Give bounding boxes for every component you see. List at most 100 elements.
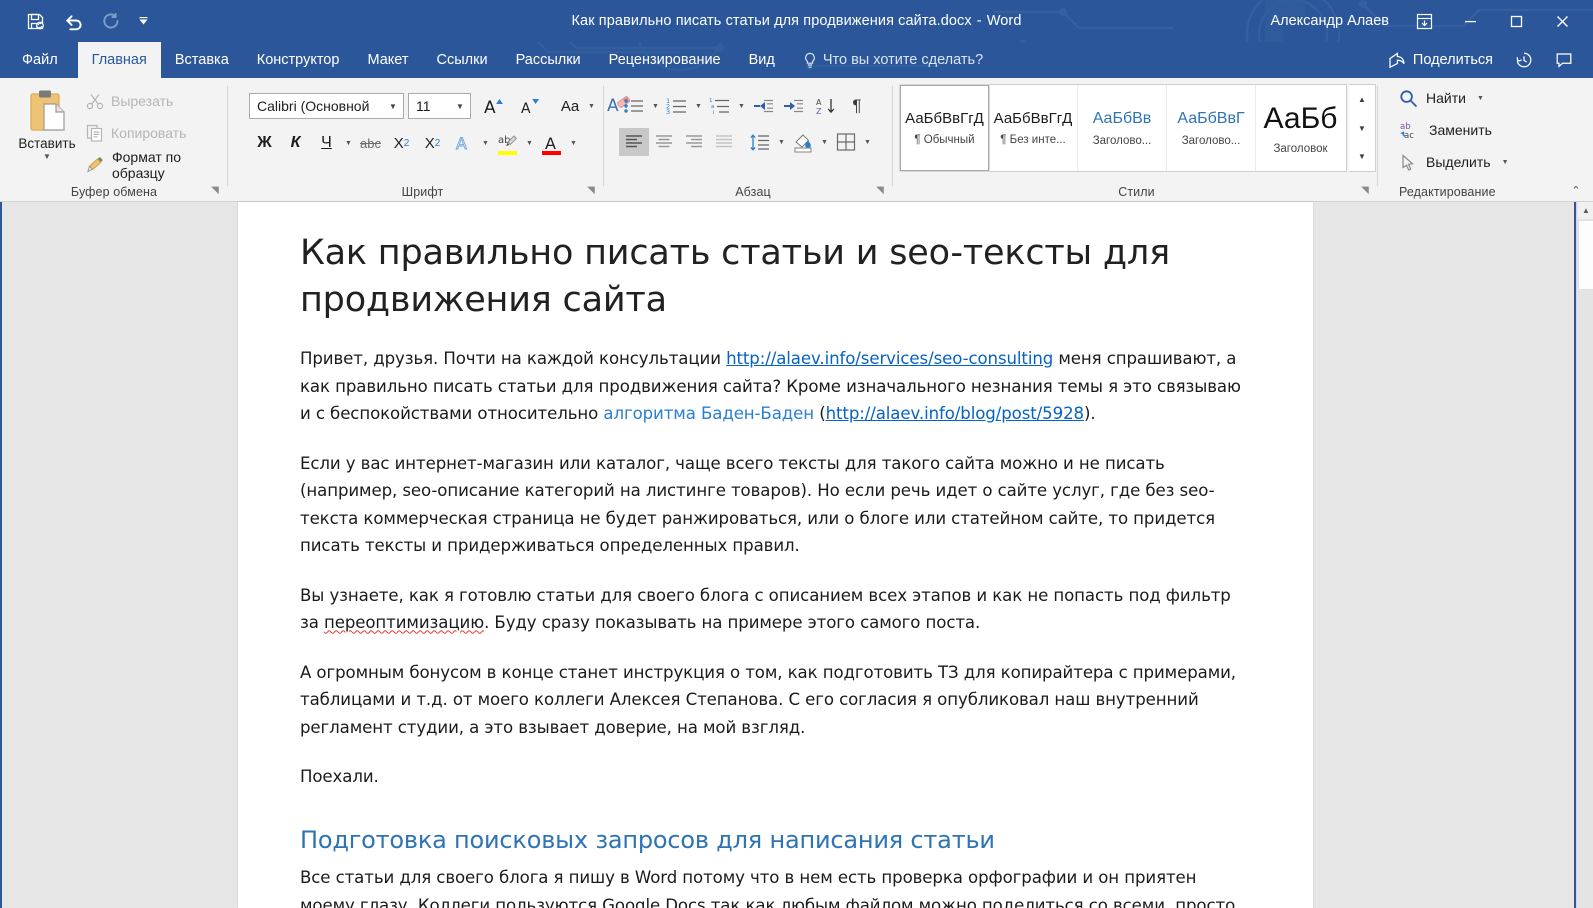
tab-mailings[interactable]: Рассылки <box>502 42 595 78</box>
highlight-icon[interactable]: ab <box>492 128 523 158</box>
chevron-up-icon[interactable]: ▲ <box>1349 85 1375 114</box>
misspelled-word: переоптимизацию <box>323 613 485 633</box>
styles-dialog-launcher-icon[interactable]: ◥ <box>1358 184 1372 198</box>
ribbon-display-options-icon[interactable] <box>1401 0 1447 42</box>
chevron-down-icon[interactable]: ▼ <box>479 140 492 147</box>
show-formatting-marks-button[interactable]: ¶ <box>842 92 872 120</box>
style-item-heading-1[interactable]: АаБбВв Заголово... <box>1078 85 1167 171</box>
account-name[interactable]: Александр Алаев <box>1258 13 1401 29</box>
grow-font-icon[interactable]: A <box>479 92 509 120</box>
chevron-down-icon[interactable]: ▼ <box>452 102 468 111</box>
multilevel-list-icon[interactable]: 1ai <box>705 92 735 120</box>
scrollbar-thumb[interactable] <box>1578 220 1593 290</box>
style-item-normal[interactable]: АаБбВвГгД ¶ Обычный <box>899 84 990 172</box>
link-baden-baden[interactable]: алгоритма Баден-Баден <box>603 404 814 423</box>
maximize-icon[interactable] <box>1493 0 1539 42</box>
borders-icon[interactable] <box>831 128 861 156</box>
text-effects-icon[interactable]: A <box>448 128 479 158</box>
chevron-down-icon[interactable]: ▼ <box>585 103 598 110</box>
increase-indent-icon[interactable] <box>778 92 808 120</box>
font-color-icon[interactable]: A <box>536 128 567 158</box>
font-dialog-launcher-icon[interactable]: ◥ <box>584 184 598 198</box>
chevron-down-icon[interactable]: ▼ <box>1499 159 1512 166</box>
paragraph-6: Все статьи для своего блога я пишу в Wor… <box>300 868 1236 908</box>
version-history-icon[interactable] <box>1505 42 1543 78</box>
link-blog-post-5928[interactable]: http://alaev.info/blog/post/5928 <box>826 404 1084 423</box>
chevron-down-icon[interactable]: ▼ <box>342 140 355 147</box>
line-spacing-icon[interactable] <box>745 128 775 156</box>
chevron-down-icon[interactable]: ▼ <box>775 139 788 146</box>
paragraph-group-label: Абзац <box>735 185 771 199</box>
scroll-up-icon[interactable]: ▲ <box>1578 202 1593 219</box>
link-seo-consulting[interactable]: http://alaev.info/services/seo-consultin… <box>726 349 1053 368</box>
comments-icon[interactable] <box>1545 42 1583 78</box>
chevron-down-icon[interactable]: ▼ <box>649 103 662 110</box>
cut-label: Вырезать <box>111 93 174 109</box>
align-right-icon[interactable] <box>679 128 709 156</box>
paragraph-5: Поехали. <box>300 767 379 787</box>
collapse-ribbon-icon[interactable]: ⌃ <box>1567 182 1585 200</box>
style-item-heading-2[interactable]: АаБбВвГ Заголово... <box>1167 85 1256 171</box>
change-case-button[interactable]: Aa <box>555 92 585 120</box>
document-name: Как правильно писать статьи для продвиже… <box>571 13 972 29</box>
tab-references[interactable]: Ссылки <box>423 42 502 78</box>
justify-icon[interactable] <box>709 128 739 156</box>
chevron-down-icon[interactable]: ▼ <box>1474 95 1487 102</box>
style-item-no-spacing[interactable]: АаБбВвГгД ¶ Без инте... <box>989 85 1078 171</box>
document-page[interactable]: Как правильно писать статьи и seo-тексты… <box>238 202 1313 908</box>
font-name-input[interactable]: Calibri (Основной ▼ <box>249 93 404 119</box>
tab-layout[interactable]: Макет <box>353 42 422 78</box>
paste-label: Вставить <box>18 136 76 151</box>
italic-button[interactable]: К <box>280 128 311 158</box>
more-styles-icon[interactable]: ▼ <box>1349 142 1375 171</box>
share-icon <box>1388 51 1406 69</box>
clipboard-dialog-launcher-icon[interactable]: ◥ <box>208 184 222 198</box>
font-size-input[interactable]: 11 ▼ <box>408 93 471 119</box>
tab-view[interactable]: Вид <box>735 42 789 78</box>
tab-review[interactable]: Рецензирование <box>595 42 735 78</box>
sort-icon[interactable]: A Z <box>812 92 842 120</box>
shading-icon[interactable] <box>788 128 818 156</box>
find-button[interactable]: Найти ▼ <box>1399 84 1487 112</box>
style-item-title[interactable]: АаБб Заголовок <box>1256 85 1345 171</box>
minimize-icon[interactable] <box>1447 0 1493 42</box>
chevron-down-icon[interactable]: ▼ <box>861 139 874 146</box>
tab-file[interactable]: Файл <box>0 42 78 78</box>
chevron-down-icon[interactable]: ▼ <box>735 103 748 110</box>
cut-button[interactable]: Вырезать <box>86 88 173 114</box>
vertical-scrollbar[interactable]: ▲ <box>1576 202 1593 908</box>
bold-button[interactable]: Ж <box>249 128 280 158</box>
bullets-icon[interactable] <box>619 92 649 120</box>
chevron-down-icon[interactable]: ▼ <box>692 103 705 110</box>
superscript-button[interactable]: X2 <box>417 128 448 158</box>
select-button[interactable]: Выделить ▼ <box>1399 148 1512 176</box>
close-icon[interactable] <box>1539 0 1585 42</box>
chevron-down-icon[interactable]: ▼ <box>523 140 536 147</box>
align-left-icon[interactable] <box>619 128 649 156</box>
shrink-font-icon[interactable]: A <box>515 92 545 120</box>
paste-button[interactable]: Вставить ▼ <box>12 84 82 180</box>
strikethrough-button[interactable]: abc <box>355 128 386 158</box>
paragraph-dialog-launcher-icon[interactable]: ◥ <box>873 184 887 198</box>
format-painter-button[interactable]: Формат по образцу <box>86 149 228 181</box>
tell-me-box[interactable]: Что вы хотите сделать? <box>789 42 983 78</box>
share-button[interactable]: Поделиться <box>1378 42 1503 78</box>
decrease-indent-icon[interactable] <box>748 92 778 120</box>
select-cursor-icon <box>1399 153 1418 172</box>
tab-design[interactable]: Конструктор <box>243 42 354 78</box>
ribbon-group-font: Calibri (Основной ▼ 11 ▼ A A Aa ▼ A Ж К … <box>241 78 631 202</box>
subscript-button[interactable]: X2 <box>386 128 417 158</box>
replace-button[interactable]: ab ac Заменить <box>1399 116 1492 144</box>
chevron-down-icon[interactable]: ▼ <box>385 102 401 111</box>
copy-button[interactable]: Копировать <box>86 120 186 146</box>
numbering-icon[interactable]: 123 <box>662 92 692 120</box>
underline-button[interactable]: Ч <box>311 128 342 158</box>
tab-insert[interactable]: Вставка <box>161 42 243 78</box>
paintbrush-icon <box>86 156 105 174</box>
chevron-down-icon[interactable]: ▼ <box>43 152 51 162</box>
chevron-down-icon[interactable]: ▼ <box>1349 114 1375 143</box>
chevron-down-icon[interactable]: ▼ <box>818 139 831 146</box>
align-center-icon[interactable] <box>649 128 679 156</box>
chevron-down-icon[interactable]: ▼ <box>567 140 580 147</box>
tab-home[interactable]: Главная <box>77 42 161 78</box>
